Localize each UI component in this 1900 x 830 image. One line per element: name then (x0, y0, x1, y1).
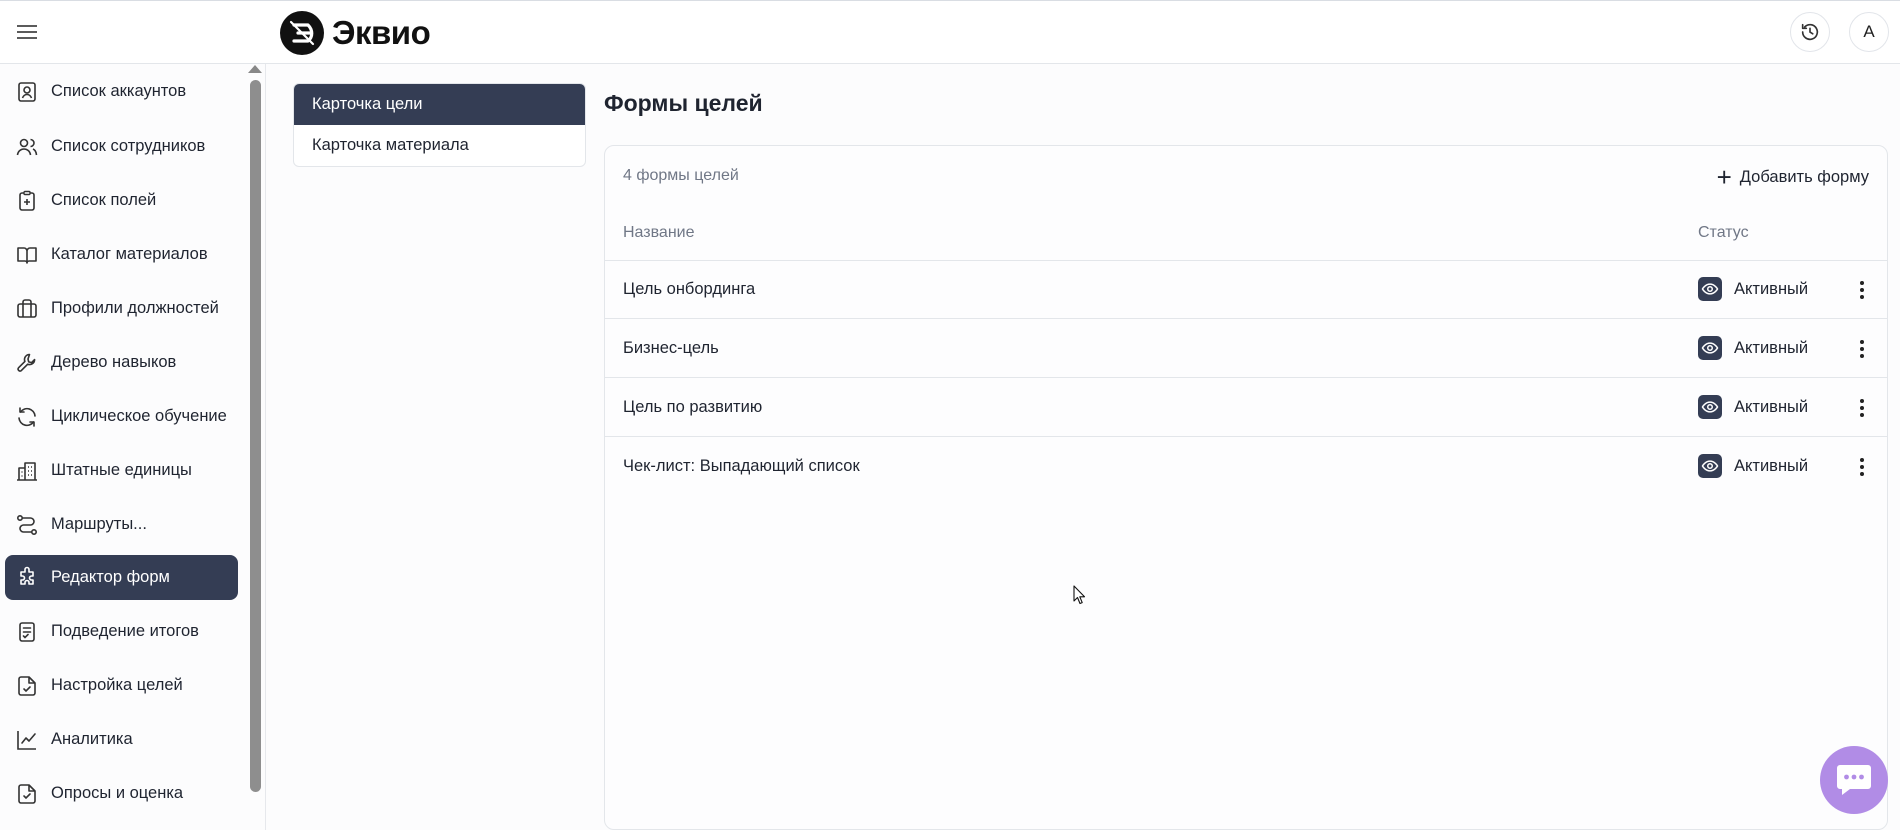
document-check-icon (15, 620, 39, 644)
sidebar-item-label: Профили должностей (51, 299, 219, 317)
sidebar-item-goal-settings[interactable]: Настройка целей (5, 663, 238, 708)
sidebar-item-label: Маршруты... (51, 515, 147, 533)
status-label: Активный (1734, 397, 1809, 416)
file-check-icon (15, 674, 39, 698)
wrench-icon (15, 351, 39, 375)
eye-icon (1698, 277, 1722, 301)
form-name[interactable]: Цель онбординга (623, 280, 755, 299)
refresh-icon (15, 405, 39, 429)
column-header-name: Название (623, 224, 695, 241)
more-options-icon[interactable] (1850, 394, 1874, 422)
book-icon (15, 243, 39, 267)
column-header-status: Статус (1698, 224, 1749, 241)
users-icon (15, 135, 39, 159)
sidebar-item-label: Подведение итогов (51, 622, 199, 640)
more-options-icon[interactable] (1850, 276, 1874, 304)
status-label: Активный (1734, 456, 1809, 475)
sidebar-item-routes[interactable]: Маршруты... (5, 502, 238, 547)
sidebar-item-form-editor[interactable]: Редактор форм (5, 555, 238, 600)
eye-icon (1698, 454, 1722, 478)
avatar[interactable]: А (1849, 12, 1889, 52)
page-title: Формы целей (604, 90, 763, 116)
sidebar-item-label: Список аккаунтов (51, 82, 187, 100)
account-icon (15, 80, 39, 104)
sidebar-item-label: Дерево навыков (51, 353, 177, 371)
sidebar-item-label: Аналитика (51, 730, 133, 748)
avatar-letter: А (1863, 22, 1875, 41)
sidebar-item-skill-tree[interactable]: Дерево навыков (5, 340, 238, 385)
plus-icon: + (1716, 162, 1732, 192)
status-badge: Активный (1698, 454, 1808, 478)
table-row[interactable]: Цель онбординга Активный (605, 261, 1887, 319)
sidebar-item-analytics[interactable]: Аналитика (5, 717, 238, 762)
more-options-icon[interactable] (1850, 335, 1874, 363)
sidebar-item-job-profiles[interactable]: Профили должностей (5, 286, 238, 331)
top-bar: Эквио А (0, 0, 1900, 64)
sidebar: Список аккаунтов Список сотрудников Спис… (0, 64, 266, 830)
chart-line-icon (15, 728, 39, 752)
sidebar-item-label: Настройка целей (51, 676, 183, 694)
status-badge: Активный (1698, 277, 1808, 301)
logo-mark-icon (280, 11, 324, 55)
route-icon (15, 513, 39, 537)
sidebar-scrollbar[interactable] (250, 80, 261, 792)
eye-icon (1698, 336, 1722, 360)
chat-bubble-icon (1837, 765, 1871, 795)
briefcase-icon (15, 297, 39, 321)
logo-text: Эквио (332, 14, 431, 51)
sidebar-item-surveys[interactable]: Опросы и оценка (5, 771, 238, 816)
mouse-cursor-icon (1073, 585, 1086, 605)
sidebar-item-fields[interactable]: Список полей (5, 178, 238, 223)
puzzle-icon (15, 566, 39, 590)
sidebar-item-label: Опросы и оценка (51, 784, 184, 802)
sidebar-item-label: Список сотрудников (51, 137, 206, 155)
logo[interactable]: Эквио (279, 10, 431, 56)
forms-table-panel: 4 формы целей + Добавить форму Название … (604, 145, 1888, 830)
eye-icon (1698, 395, 1722, 419)
chat-button[interactable] (1820, 746, 1888, 814)
table-row[interactable]: Бизнес-цель Активный (605, 320, 1887, 378)
sidebar-item-employees[interactable]: Список сотрудников (5, 124, 238, 169)
add-form-label: Добавить форму (1739, 167, 1869, 186)
status-label: Активный (1734, 279, 1809, 298)
sidebar-item-cyclic-learning[interactable]: Циклическое обучение (5, 394, 238, 439)
table-row[interactable]: Цель по развитию Активный (605, 379, 1887, 437)
sidebar-item-materials-catalog[interactable]: Каталог материалов (5, 232, 238, 277)
status-badge: Активный (1698, 336, 1808, 360)
form-name[interactable]: Цель по развитию (623, 398, 762, 417)
sidebar-item-label: Каталог материалов (51, 245, 208, 263)
sidebar-item-label: Циклическое обучение (51, 407, 227, 425)
tab-material-card[interactable]: Карточка материала (294, 125, 585, 166)
status-badge: Активный (1698, 395, 1808, 419)
sidebar-item-label: Список полей (51, 191, 157, 209)
sidebar-item-summary[interactable]: Подведение итогов (5, 609, 238, 654)
history-button[interactable] (1790, 12, 1830, 52)
form-name[interactable]: Чек-лист: Выпадающий список (623, 457, 860, 476)
more-options-icon[interactable] (1850, 453, 1874, 481)
sidebar-item-label: Штатные единицы (51, 461, 192, 479)
form-type-nav: Карточка цели Карточка материала (293, 83, 586, 167)
survey-icon (15, 782, 39, 806)
tab-goal-card[interactable]: Карточка цели (294, 84, 585, 125)
building-icon (15, 459, 39, 483)
hamburger-menu-icon[interactable] (14, 20, 40, 44)
add-form-button[interactable]: + Добавить форму (1717, 162, 1869, 192)
clipboard-plus-icon (15, 189, 39, 213)
sidebar-item-label: Редактор форм (51, 568, 170, 586)
table-row[interactable]: Чек-лист: Выпадающий список Активный (605, 438, 1887, 496)
sidebar-item-staff-units[interactable]: Штатные единицы (5, 448, 238, 493)
forms-count: 4 формы целей (623, 167, 739, 184)
sidebar-item-accounts[interactable]: Список аккаунтов (5, 69, 238, 114)
form-name[interactable]: Бизнес-цель (623, 339, 719, 358)
status-label: Активный (1734, 338, 1809, 357)
history-icon (1801, 23, 1819, 41)
scroll-up-arrow-icon[interactable] (248, 65, 262, 73)
